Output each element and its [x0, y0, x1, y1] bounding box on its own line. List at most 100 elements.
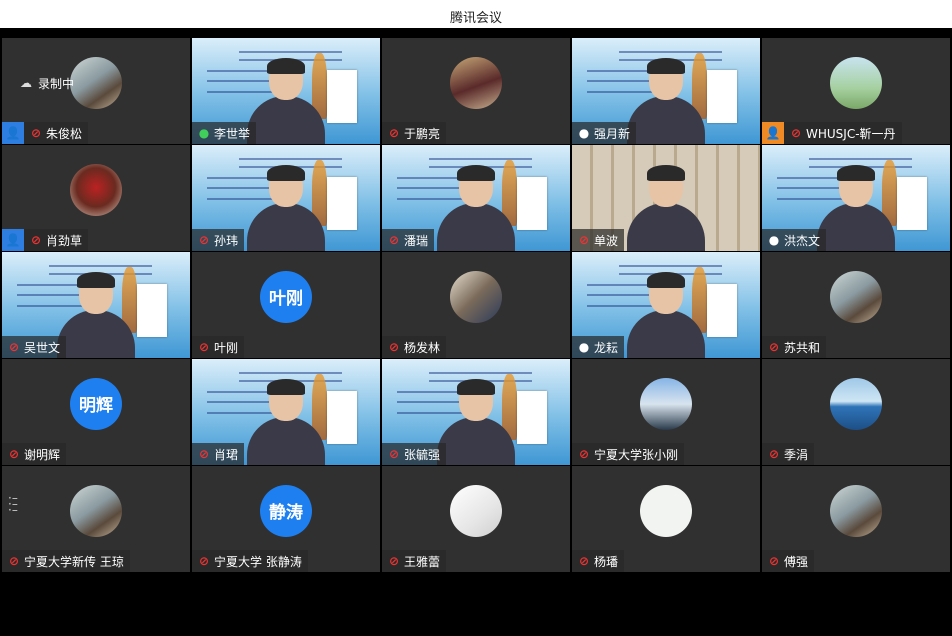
participant-video — [627, 272, 705, 358]
mic-off-icon[interactable]: ⊘ — [196, 233, 212, 247]
name-label-bar: ⊘ 苏共和 — [762, 336, 827, 358]
participant-name: 叶刚 — [214, 340, 239, 355]
participant-tile[interactable]: ⊘ 杨发林 — [382, 252, 570, 358]
participant-name: 朱俊松 — [46, 126, 83, 141]
recording-indicator[interactable]: ☁ 录制中 — [14, 73, 80, 93]
name-label-bar: ⊘ 季涓 — [762, 443, 815, 465]
participant-tile[interactable]: ⊘ 杨璠 — [572, 466, 760, 572]
mic-off-icon[interactable]: ⊘ — [766, 447, 782, 461]
slide-text-line — [619, 50, 723, 53]
participant-name: 潘瑞 — [404, 233, 429, 248]
mic-icon[interactable]: ● — [766, 233, 782, 247]
name-label-bar: ● 李世举 — [192, 122, 257, 144]
mic-off-icon[interactable]: ⊘ — [576, 233, 592, 247]
mic-off-icon[interactable]: ⊘ — [6, 340, 22, 354]
person-hair — [647, 165, 685, 181]
person-body — [57, 310, 135, 358]
participant-name: 谢明辉 — [24, 447, 61, 462]
slide-text-line — [619, 264, 723, 267]
participant-name: 杨璠 — [594, 554, 619, 569]
mic-off-icon[interactable]: ⊘ — [766, 340, 782, 354]
mic-icon[interactable]: ● — [576, 340, 592, 354]
participant-video — [247, 379, 325, 465]
mic-off-icon[interactable]: ⊘ — [788, 126, 804, 140]
participant-video — [627, 58, 705, 144]
participant-name: 强月新 — [594, 126, 631, 141]
mic-off-icon[interactable]: ⊘ — [28, 126, 44, 140]
person-body — [247, 417, 325, 465]
avatar: 叶刚 — [260, 270, 312, 323]
mic-off-icon[interactable]: ⊘ — [6, 447, 22, 461]
mic-off-icon[interactable]: ⊘ — [386, 126, 402, 140]
participant-video — [247, 58, 325, 144]
participant-tile[interactable]: ⊘ 宁夏大学新传 王琼 — [2, 466, 190, 572]
participant-tile[interactable]: ⊘ 张毓强 — [382, 359, 570, 465]
mic-off-icon[interactable]: ⊘ — [386, 233, 402, 247]
participant-tile[interactable]: 静涛 ⊘ 宁夏大学 张静涛 — [192, 466, 380, 572]
participant-tile[interactable]: ⊘ 肖珺 — [192, 359, 380, 465]
slide-text-line — [239, 50, 343, 53]
avatar — [70, 484, 122, 537]
mic-off-icon[interactable]: ⊘ — [6, 554, 22, 568]
slide-document — [897, 176, 928, 230]
participant-tile[interactable]: ● 洪杰文 — [762, 145, 950, 251]
participant-name: 洪杰文 — [784, 233, 821, 248]
name-label-bar: ⊘ 孙玮 — [192, 229, 245, 251]
participant-tile[interactable]: ● 强月新 — [572, 38, 760, 144]
drag-handle-icon[interactable]: ·– ·– ·– — [8, 492, 18, 516]
participant-tile[interactable]: 👤 ⊘ WHUSJC-靳一丹 — [762, 38, 950, 144]
participant-tile[interactable]: ⊘ 吴世文 — [2, 252, 190, 358]
mic-off-icon[interactable]: ⊘ — [576, 554, 592, 568]
title-bar: 腾讯会议 — [0, 0, 952, 28]
participant-tile[interactable]: ⊘ 傅强 — [762, 466, 950, 572]
name-label-bar: ● 强月新 — [572, 122, 637, 144]
person-hair — [647, 58, 685, 74]
participant-name: 孙玮 — [214, 233, 239, 248]
participant-tile[interactable]: ⊘ 孙玮 — [192, 145, 380, 251]
person-body — [247, 203, 325, 251]
person-hair — [647, 272, 685, 288]
mic-off-icon[interactable]: ⊘ — [28, 233, 44, 247]
slide-text-line — [239, 371, 343, 374]
window-title: 腾讯会议 — [449, 11, 502, 26]
person-body — [627, 203, 705, 251]
cloud-icon: ☁ — [20, 76, 32, 90]
participant-tile[interactable]: ⊘ 潘瑞 — [382, 145, 570, 251]
mic-off-icon[interactable]: ⊘ — [386, 554, 402, 568]
mic-off-icon[interactable]: ⊘ — [576, 447, 592, 461]
participant-name: 苏共和 — [784, 340, 821, 355]
slide-document — [327, 176, 358, 230]
participant-name: 肖劲草 — [46, 233, 83, 248]
participant-video — [437, 165, 515, 251]
participant-tile[interactable]: 明辉 ⊘ 谢明辉 — [2, 359, 190, 465]
avatar — [450, 484, 502, 537]
mic-off-icon[interactable]: ⊘ — [766, 554, 782, 568]
mic-off-icon[interactable]: ⊘ — [196, 554, 212, 568]
avatar — [830, 270, 882, 323]
mic-off-icon[interactable]: ⊘ — [386, 340, 402, 354]
participant-tile[interactable]: 👤 ⊘ 肖劲草 — [2, 145, 190, 251]
mic-off-icon[interactable]: ⊘ — [196, 340, 212, 354]
participant-tile[interactable]: ● 龙耘 — [572, 252, 760, 358]
person-hair — [77, 272, 115, 288]
participant-tile[interactable]: 叶刚 ⊘ 叶刚 — [192, 252, 380, 358]
participant-tile[interactable]: ⊘ 于鹏亮 — [382, 38, 570, 144]
participant-name: 傅强 — [784, 554, 809, 569]
name-label-bar: ⊘ 张毓强 — [382, 443, 447, 465]
mic-icon[interactable]: ● — [196, 126, 212, 140]
participant-tile[interactable]: ⊘ 苏共和 — [762, 252, 950, 358]
participant-tile[interactable]: ⊘ 季涓 — [762, 359, 950, 465]
participant-video — [437, 379, 515, 465]
person-hair — [267, 379, 305, 395]
participant-tile[interactable]: ● 李世举 — [192, 38, 380, 144]
mic-off-icon[interactable]: ⊘ — [386, 447, 402, 461]
mic-icon[interactable]: ● — [576, 126, 592, 140]
participant-tile[interactable]: ⊘ 单波 — [572, 145, 760, 251]
participant-tile[interactable]: ⊘ 王雅蕾 — [382, 466, 570, 572]
participant-tile[interactable]: ⊘ 宁夏大学张小刚 — [572, 359, 760, 465]
avatar — [450, 56, 502, 109]
mic-off-icon[interactable]: ⊘ — [196, 447, 212, 461]
slide-text-line — [809, 157, 913, 160]
person-body — [627, 310, 705, 358]
person-hair — [837, 165, 875, 181]
